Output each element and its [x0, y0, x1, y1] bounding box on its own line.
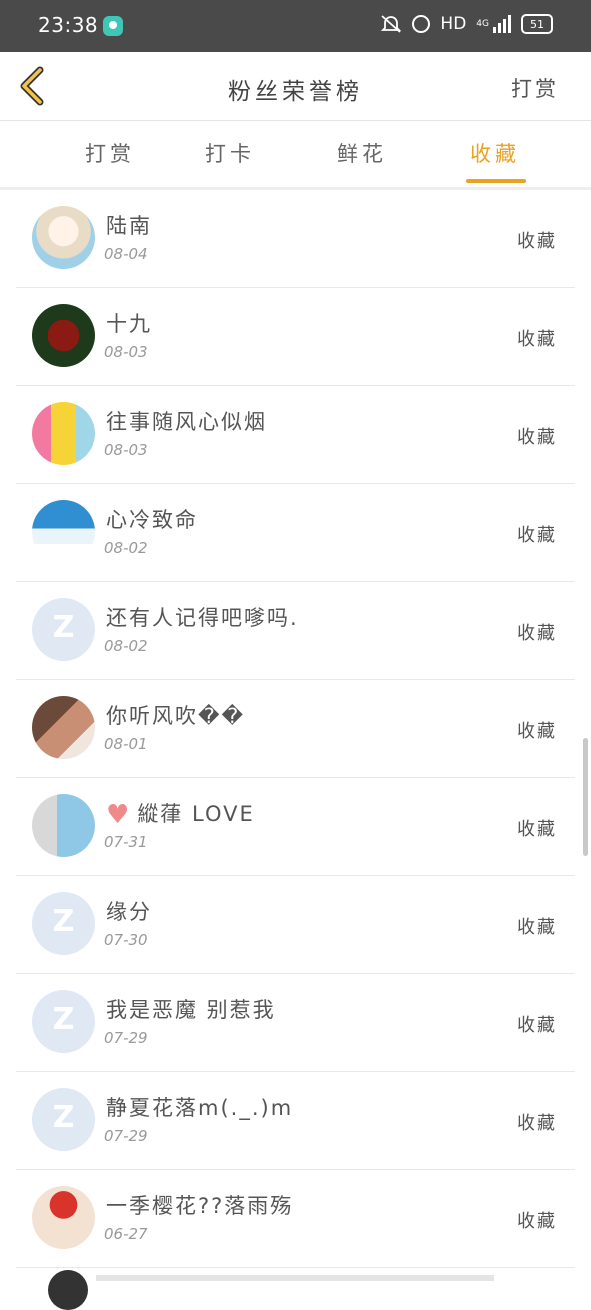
list-item[interactable]: 还有人记得吧嗲吗. 08-02 收藏 [16, 582, 575, 680]
entry-type: 收藏 [517, 623, 557, 644]
scrollbar[interactable] [583, 738, 588, 856]
tab-favorites[interactable]: 收藏 [440, 121, 550, 187]
app-notification-icon [103, 16, 123, 36]
entry-type: 收藏 [517, 427, 557, 448]
avatar [32, 1186, 95, 1249]
network-type: 4G [476, 19, 489, 29]
reward-button[interactable]: 打赏 [511, 73, 559, 103]
user-name: 十九 [106, 312, 152, 336]
tab-flowers[interactable]: 鲜花 [307, 121, 417, 187]
avatar [48, 1270, 88, 1310]
entry-type: 收藏 [517, 525, 557, 546]
entry-type: 收藏 [517, 819, 557, 840]
entry-type: 收藏 [517, 917, 557, 938]
entry-date: 07-29 [104, 1127, 148, 1145]
entry-date: 06-27 [104, 1225, 148, 1243]
user-name: 静夏花落m(._.)m [106, 1096, 294, 1120]
entry-date: 07-31 [104, 833, 148, 851]
status-bar: 23:38 HD 4G 51 [0, 0, 591, 52]
user-name: 缘分 [106, 900, 152, 924]
default-avatar-icon [32, 990, 95, 1053]
default-avatar-icon [32, 1088, 95, 1151]
list-item[interactable]: 缘分 07-30 收藏 [16, 876, 575, 974]
mute-icon [380, 14, 402, 34]
battery-icon: 51 [521, 14, 553, 34]
list-item[interactable]: 一季樱花??落雨殇 06-27 收藏 [16, 1170, 575, 1268]
user-name: 你听风吹�� [106, 704, 246, 728]
avatar [32, 402, 95, 465]
fan-list: 陆南 08-04 收藏 十九 08-03 收藏 往事随风心似烟 08-03 收藏… [0, 190, 591, 1268]
entry-date: 07-29 [104, 1029, 148, 1047]
list-item[interactable]: ♥ 縱葎 LOVE 07-31 收藏 [16, 778, 575, 876]
list-item[interactable]: 我是恶魔 别惹我 07-29 收藏 [16, 974, 575, 1072]
page-title: 粉丝荣誉榜 [228, 79, 363, 105]
entry-type: 收藏 [517, 1015, 557, 1036]
tab-reward[interactable]: 打赏 [55, 121, 165, 187]
entry-type: 收藏 [517, 231, 557, 252]
entry-date: 07-30 [104, 931, 148, 949]
user-name: 縱葎 LOVE [137, 802, 255, 826]
user-name-row: ♥ 縱葎 LOVE [106, 798, 255, 830]
alarm-icon [412, 15, 431, 33]
entry-type: 收藏 [517, 329, 557, 350]
status-icons: HD 4G 51 [380, 14, 553, 34]
partial-row-placeholder [96, 1275, 494, 1281]
entry-type: 收藏 [517, 1113, 557, 1134]
avatar [32, 794, 95, 857]
user-name: 一季樱花??落雨殇 [106, 1194, 294, 1218]
entry-date: 08-04 [104, 245, 148, 263]
list-item[interactable]: 心冷致命 08-02 收藏 [16, 484, 575, 582]
signal-icon [493, 15, 511, 33]
default-avatar-icon [32, 892, 95, 955]
list-item[interactable]: 你听风吹�� 08-01 收藏 [16, 680, 575, 778]
user-name: 心冷致命 [106, 508, 198, 532]
user-name: 陆南 [106, 214, 152, 238]
entry-date: 08-02 [104, 539, 148, 557]
entry-date: 08-03 [104, 441, 148, 459]
avatar [32, 696, 95, 759]
list-item[interactable]: 往事随风心似烟 08-03 收藏 [16, 386, 575, 484]
nav-header: 粉丝荣誉榜 打赏 [0, 52, 591, 121]
user-name: 我是恶魔 别惹我 [106, 998, 276, 1022]
default-avatar-icon [32, 598, 95, 661]
hd-label: HD [440, 14, 467, 34]
entry-type: 收藏 [517, 1211, 557, 1232]
heart-icon: ♥ [106, 800, 132, 830]
tab-bar: 打赏 打卡 鲜花 收藏 [0, 121, 591, 190]
avatar [32, 206, 95, 269]
entry-type: 收藏 [517, 721, 557, 742]
entry-date: 08-02 [104, 637, 148, 655]
list-item[interactable]: 陆南 08-04 收藏 [16, 190, 575, 288]
entry-date: 08-03 [104, 343, 148, 361]
user-name: 往事随风心似烟 [106, 410, 267, 434]
avatar [32, 304, 95, 367]
entry-date: 08-01 [104, 735, 148, 753]
list-item[interactable]: 十九 08-03 收藏 [16, 288, 575, 386]
list-item[interactable]: 静夏花落m(._.)m 07-29 收藏 [16, 1072, 575, 1170]
user-name: 还有人记得吧嗲吗. [106, 606, 299, 630]
status-time: 23:38 [38, 13, 99, 37]
avatar [32, 500, 95, 563]
tab-checkin[interactable]: 打卡 [175, 121, 285, 187]
